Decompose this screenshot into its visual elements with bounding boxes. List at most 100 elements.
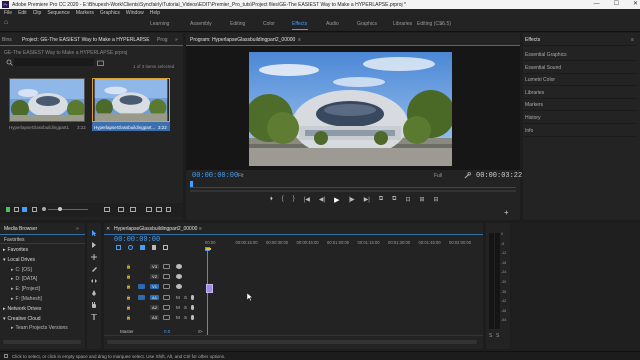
zoom-slider-handle[interactable] [58,207,62,211]
track-source-patch[interactable] [138,274,145,279]
workspace-tab-assembly[interactable]: Assembly [190,21,212,27]
track-lock-toggle[interactable]: 🔒 [126,264,133,269]
mute-button[interactable]: M [176,305,180,310]
playback-resolution-select[interactable]: Full [434,173,442,179]
video-frame-building[interactable] [249,52,452,166]
menu-sequence[interactable]: Sequence [47,10,70,16]
maximize-button[interactable]: ☐ [614,0,619,9]
track-lock-toggle[interactable]: 🔒 [126,284,133,289]
video-clip-v1[interactable] [206,284,213,293]
workspace-tab-graphics[interactable]: Graphics [357,21,377,27]
monitor-playhead[interactable] [190,181,193,187]
tab-bins[interactable]: Bins [2,37,12,43]
list-view-icon[interactable] [14,207,19,212]
program-monitor-title[interactable]: Program: HyperlapseGlassbuildingpart2_00… [190,37,295,43]
clip-thumbnail-1[interactable] [9,78,85,122]
monitor-time-ruler[interactable] [190,183,516,188]
disclosure-arrow-icon[interactable]: ▸ [11,267,14,273]
solo-button[interactable]: S [184,315,187,320]
disclosure-arrow-icon[interactable]: ▸ [11,325,14,331]
track-label-a2[interactable]: A2 [150,304,159,310]
media-browser-scrollbar[interactable] [3,340,81,344]
microphone-icon[interactable] [191,294,194,300]
go-to-out-icon[interactable]: ▶| [364,196,370,204]
trash-icon[interactable] [166,207,171,212]
hand-tool-icon[interactable] [91,302,97,308]
linked-selection-icon[interactable] [140,245,145,250]
panel-lumetri-color[interactable]: Lumetri Color [525,77,555,83]
panel-libraries[interactable]: Libraries [525,90,544,96]
mark-in-icon[interactable]: { [282,196,284,204]
go-to-in-icon[interactable]: |◀ [304,196,310,204]
monitor-zoom-bar[interactable] [190,190,516,192]
track-source-patch[interactable] [138,305,145,310]
disclosure-arrow-icon[interactable]: ▸ [11,276,14,282]
track-source-patch[interactable] [138,315,145,320]
menu-file[interactable]: File [4,10,12,16]
step-back-icon[interactable]: ◀| [319,196,325,204]
clip-thumbnail-2[interactable] [92,78,170,122]
panel-menu-icon[interactable]: ≡ [140,37,143,43]
search-icon[interactable] [6,59,13,66]
solo-right-button[interactable]: S [496,333,499,339]
razor-tool-icon[interactable] [91,266,97,272]
media-browser-expand-icon[interactable]: » [76,226,79,232]
panel-expand-icon[interactable]: » [175,37,178,43]
zoom-slider[interactable] [48,209,88,210]
selection-tool-icon[interactable] [91,230,97,236]
track-sync-lock-icon[interactable] [163,264,170,269]
search-input[interactable] [14,58,94,66]
icon-view-icon[interactable] [22,207,27,212]
mute-button[interactable]: M [176,295,180,300]
workspace-tab-libraries[interactable]: Libraries [393,21,412,27]
workspace-tab-editing[interactable]: Editing [230,21,245,27]
track-label-v2[interactable]: V2 [150,274,159,280]
track-lock-toggle[interactable]: 🔒 [126,315,133,320]
timeline-ruler[interactable]: 00:00 00:00:15:00 00:00:30:00 00:00:45:00 00… [205,236,475,248]
eye-icon[interactable] [176,274,182,280]
menu-edit[interactable]: Edit [18,10,27,16]
track-sync-lock-icon[interactable] [163,315,170,320]
lift-icon[interactable]: ⧉ [379,196,383,204]
workspace-tab-editing-cs5-5[interactable]: Editing (CS5.5) [417,21,451,27]
eye-icon[interactable] [176,264,182,269]
sort-icons-icon[interactable] [104,207,110,212]
settings-wrench-icon[interactable] [464,172,471,179]
comparison-view-icon[interactable]: ⊞ [420,196,425,204]
play-icon[interactable]: ▶ [334,196,339,204]
new-item-icon[interactable] [156,207,162,212]
find-icon[interactable] [130,207,136,212]
program-menu-icon[interactable]: ≡ [298,37,301,43]
disclosure-arrow-icon[interactable]: ▾ [3,257,6,263]
track-sync-lock-icon[interactable] [163,294,170,300]
media-browser-item[interactable]: ▸ C: [OS] [11,267,32,273]
close-button[interactable]: ✕ [633,0,638,9]
effects-menu-icon[interactable]: ≡ [631,37,634,43]
new-bin-from-search-icon[interactable] [97,60,104,66]
automate-to-sequence-icon[interactable] [118,207,124,212]
minimize-button[interactable]: — [594,0,600,9]
microphone-icon[interactable] [191,315,194,320]
pen-tool-icon[interactable] [91,290,97,296]
workspace-tab-learning[interactable]: Learning [150,21,169,27]
playhead-timecode[interactable]: 00:00:00:00 [192,172,238,180]
menu-help[interactable]: Help [150,10,160,16]
panel-essential-graphics[interactable]: Essential Graphics [525,52,567,58]
lock-icon[interactable] [6,207,10,212]
tab-program-short[interactable]: Prog [157,37,168,43]
solo-button[interactable]: S [184,295,187,300]
mark-out-icon[interactable]: } [293,196,295,204]
solo-button[interactable]: S [184,305,187,310]
ripple-edit-tool-icon[interactable] [91,254,97,260]
track-sync-lock-icon[interactable] [163,284,170,290]
snap-icon[interactable] [128,245,133,250]
track-label-a3[interactable]: A3 [150,315,159,320]
master-volume-value[interactable]: 0.0 [164,329,170,334]
menu-window[interactable]: Window [126,10,144,16]
timeline-settings-icon[interactable] [163,245,168,250]
media-browser-item[interactable]: ▸ Team Projects Versions [11,325,68,331]
track-source-patch[interactable] [138,294,145,300]
button-editor-add-icon[interactable]: + [504,208,509,217]
timeline-scrollbar[interactable] [107,340,477,344]
track-sync-lock-icon[interactable] [163,274,170,280]
